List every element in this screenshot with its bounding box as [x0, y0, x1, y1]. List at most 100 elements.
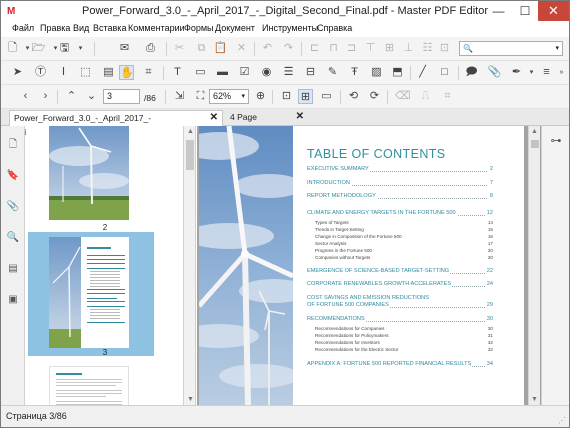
toc-entry[interactable]: Companies without Targets 20: [307, 255, 493, 260]
toc-entry[interactable]: Recommendations for the Electric Sector 3…: [307, 347, 493, 352]
text-select-icon[interactable]: Ⓣ: [33, 65, 48, 80]
button-field-icon[interactable]: ▬: [215, 65, 230, 80]
toc-entry[interactable]: EMERGENCE OF SCIENCE-BASED TARGET-SETTIN…: [307, 268, 493, 274]
scroll-up-icon[interactable]: ▲: [531, 128, 538, 135]
tab-page-overview[interactable]: 4 Page Overview.pdf ✕: [226, 110, 308, 136]
toc-entry[interactable]: Progress in the Fortune 500 20: [307, 248, 493, 253]
resize-grip-icon[interactable]: ⋰: [558, 416, 566, 425]
image-icon[interactable]: ▨: [369, 65, 384, 80]
close-tab-icon[interactable]: ✕: [296, 110, 304, 124]
print-icon[interactable]: ⎙: [143, 41, 158, 56]
thumbnail-panel[interactable]: 2 3: [26, 126, 184, 405]
redo-icon[interactable]: ↷: [281, 41, 296, 56]
thumbnail-page-3[interactable]: [49, 237, 129, 348]
minimize-button[interactable]: —: [485, 1, 512, 21]
search-input[interactable]: 🔍 ▾: [459, 41, 563, 56]
sticky-note-icon[interactable]: 🗩: [464, 65, 479, 80]
rotate-right-icon[interactable]: ⟳: [367, 89, 382, 104]
menu-edit[interactable]: Правка: [40, 23, 70, 33]
save-icon[interactable]: 🖫: [57, 41, 72, 56]
edit-text-icon[interactable]: Ⅰ: [56, 65, 71, 80]
listbox-icon[interactable]: ☰: [281, 65, 296, 80]
menu-help[interactable]: Справка: [317, 23, 352, 33]
edit-object-icon[interactable]: ⬚: [78, 65, 93, 80]
toc-entry[interactable]: Sector Analysis 17: [307, 241, 493, 246]
scroll-mode-icon[interactable]: ▭: [319, 89, 334, 104]
eraser-icon[interactable]: ⌫: [395, 89, 411, 104]
page-number-field[interactable]: 3: [103, 89, 140, 104]
add-field-icon[interactable]: ▭: [193, 65, 208, 80]
menu-file[interactable]: Файл: [12, 23, 34, 33]
line-icon[interactable]: ╱: [415, 65, 430, 80]
rectangle-icon[interactable]: □: [437, 65, 452, 80]
size-icon[interactable]: ⊡: [437, 41, 452, 56]
select-arrow-icon[interactable]: ➤: [10, 65, 25, 80]
checkbox-icon[interactable]: ☑: [237, 65, 252, 80]
toc-entry[interactable]: Recommendations for Policymakers 31: [307, 333, 493, 338]
back-icon[interactable]: ‹: [18, 89, 33, 104]
thumbnail-page-2[interactable]: [49, 126, 129, 220]
toc-entry[interactable]: Recommendations for Investors 32: [307, 340, 493, 345]
email-icon[interactable]: ✉: [117, 41, 132, 56]
toc-entry[interactable]: INTRODUCTION 7: [307, 180, 493, 186]
scrollbar-thumb[interactable]: [186, 140, 194, 170]
typewriter-icon[interactable]: Ŧ: [347, 65, 362, 80]
align-right-icon[interactable]: ⊐: [344, 41, 359, 56]
align-center-icon[interactable]: ⊓: [326, 41, 341, 56]
toc-entry[interactable]: EXECUTIVE SUMMARY 2: [307, 166, 493, 172]
attach-icon[interactable]: 📎: [487, 65, 502, 80]
scroll-down-icon[interactable]: ▼: [531, 396, 538, 403]
open-folder-icon[interactable]: 🗁: [31, 41, 46, 56]
save-dropdown-icon[interactable]: ▾: [73, 41, 88, 56]
cut-icon[interactable]: ✂: [172, 41, 187, 56]
menu-tools[interactable]: Инструменты: [262, 23, 318, 33]
toc-entry[interactable]: OF FORTUNE 500 COMPANIES 29: [307, 302, 493, 308]
menu-forms[interactable]: Формы: [184, 23, 214, 33]
fit-width-icon[interactable]: ⇲: [172, 89, 187, 104]
search-panel-icon[interactable]: 🔍: [6, 231, 20, 245]
menu-insert[interactable]: Вставка: [93, 23, 126, 33]
edit-forms-icon[interactable]: ▤: [101, 65, 116, 80]
bookmarks-panel-icon[interactable]: 🔖: [6, 169, 20, 183]
maximize-button[interactable]: ☐: [512, 1, 538, 21]
document-scrollbar[interactable]: ▲ ▼: [528, 126, 540, 405]
align-bottom-icon[interactable]: ⊥: [401, 41, 416, 56]
close-window-button[interactable]: ✕: [538, 1, 569, 21]
radio-icon[interactable]: ◉: [259, 65, 274, 80]
undo-icon[interactable]: ↶: [260, 41, 275, 56]
forward-icon[interactable]: ›: [38, 89, 53, 104]
scrollbar-thumb[interactable]: [531, 140, 539, 148]
copy-icon[interactable]: ⧉: [194, 41, 209, 56]
rotate-left-icon[interactable]: ⟲: [346, 89, 361, 104]
hand-tool-icon[interactable]: ✋: [119, 65, 134, 80]
attachments-panel-icon[interactable]: 📎: [6, 200, 20, 214]
next-page-icon[interactable]: ⌄: [84, 89, 99, 104]
toc-entry[interactable]: Trends in Target-Setting 15: [307, 227, 493, 232]
pages-panel-icon[interactable]: 🗋: [6, 138, 20, 152]
properties-panel-icon[interactable]: ⊶: [549, 134, 563, 148]
highlight-icon[interactable]: ✒: [509, 65, 524, 80]
signature-icon[interactable]: ✎: [325, 65, 340, 80]
add-text-icon[interactable]: T: [170, 65, 185, 80]
paste-icon[interactable]: 📋: [213, 41, 228, 56]
snapshot-icon[interactable]: ⌗: [141, 65, 156, 80]
toc-entry[interactable]: Change in Composition of the Fortune 500…: [307, 234, 493, 239]
close-tab-icon[interactable]: ✕: [210, 111, 218, 125]
link-box-icon[interactable]: ⬒: [390, 65, 405, 80]
zoom-in-icon[interactable]: ⊕: [253, 89, 268, 104]
signatures-panel-icon[interactable]: ▣: [6, 293, 20, 307]
toc-entry[interactable]: RECOMMENDATIONS 30: [307, 316, 493, 322]
scroll-down-icon[interactable]: ▼: [187, 396, 194, 403]
zoom-select[interactable]: 62% ▾: [209, 89, 249, 104]
scroll-up-icon[interactable]: ▲: [187, 128, 194, 135]
menu-comments[interactable]: Комментарии: [128, 23, 185, 33]
toc-entry[interactable]: Recommendations for Companies 30: [307, 326, 493, 331]
previous-page-icon[interactable]: ⌃: [64, 89, 79, 104]
toc-entry[interactable]: CLIMATE AND ENERGY TARGETS IN THE FORTUN…: [307, 210, 493, 216]
layers-panel-icon[interactable]: ▤: [6, 262, 20, 276]
highlight-dropdown-icon[interactable]: ▾: [524, 65, 539, 80]
overflow-icon[interactable]: »: [554, 65, 569, 80]
toc-entry[interactable]: REPORT METHODOLOGY 8: [307, 193, 493, 199]
stamp-icon[interactable]: ⎍: [418, 89, 433, 104]
thumbnail-scrollbar[interactable]: ▲ ▼: [184, 126, 196, 405]
